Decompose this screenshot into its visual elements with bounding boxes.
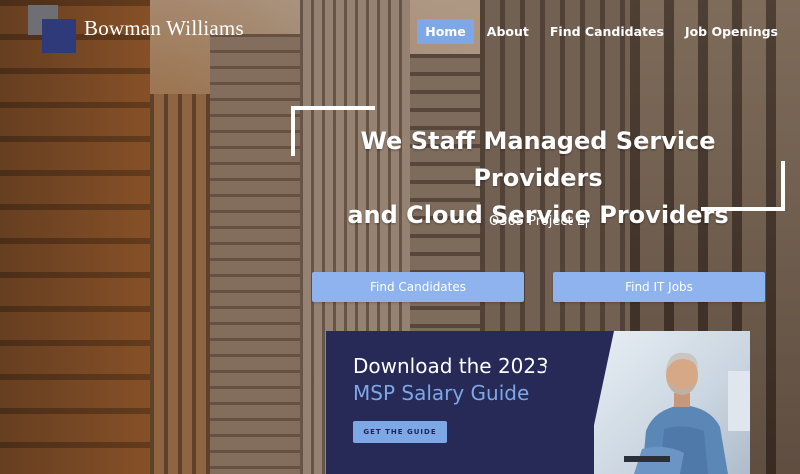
brand-name[interactable]: Bowman Williams [84, 16, 244, 41]
hero-headline-line1: We Staff Managed Service Providers [360, 127, 716, 192]
find-it-jobs-button[interactable]: Find IT Jobs [553, 272, 765, 302]
promo-title: Download the 2023 [353, 354, 549, 378]
promo-subtitle: MSP Salary Guide [353, 381, 530, 405]
logo-icon[interactable] [28, 5, 76, 53]
find-candidates-button[interactable]: Find Candidates [312, 272, 524, 302]
get-the-guide-button[interactable]: GET THE GUIDE [353, 421, 447, 443]
nav-home[interactable]: Home [417, 19, 474, 44]
man-with-laptop-image [624, 352, 750, 474]
main-nav: Home About Find Candidates Job Openings [412, 19, 786, 44]
rotating-specialty-text: O365 Project E [300, 213, 776, 229]
salary-guide-banner[interactable]: Download the 2023 MSP Salary Guide GET T… [326, 331, 750, 474]
nav-about[interactable]: About [479, 19, 537, 44]
nav-job-openings[interactable]: Job Openings [677, 19, 786, 44]
nav-find-candidates[interactable]: Find Candidates [542, 19, 672, 44]
rotating-text: O365 Project E [488, 214, 585, 229]
typing-cursor [586, 213, 587, 228]
promo-person-photo [523, 331, 750, 474]
